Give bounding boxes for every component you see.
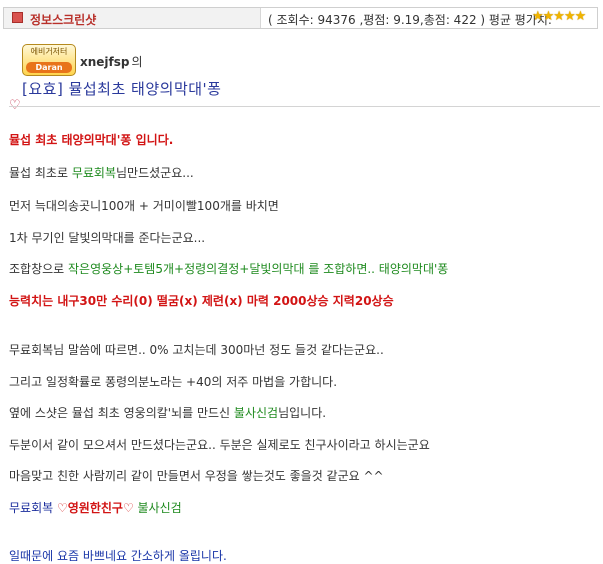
title-divider bbox=[9, 106, 600, 107]
square-bullet-icon bbox=[12, 12, 23, 23]
badge-top-text: 에비거저터 bbox=[30, 47, 68, 56]
body-line-1: 뮬섭 최초 태양의막대'퐁 입니다. bbox=[9, 133, 174, 147]
screenshot-info-bar: 정보스크린샷 ( 조회수: 94376 ,평점: 9.19,총점: 422 ) … bbox=[3, 7, 598, 29]
body-line-7: 무료회복님 말씀에 따르면.. 0% 고치는데 300마넌 정도 들것 같다는군… bbox=[9, 343, 384, 357]
body-line-3: 먼저 늑대의송곳니100개 + 거미이빨100개를 바치면 bbox=[9, 199, 279, 213]
body-line-11: 마음맞고 친한 사람끼리 같이 만들면서 우정을 쌓는것도 좋을것 같군요 ^^ bbox=[9, 469, 384, 483]
user-name-immortal-sword: 불사신검 bbox=[233, 406, 279, 420]
author-level-badge-icon: 에비거저터 Daran bbox=[22, 44, 76, 76]
user-name-free-recovery: 무료회복 bbox=[71, 166, 117, 180]
body-text: 조합창으로 bbox=[9, 262, 69, 276]
post-title: [요효] 뮬섭최초 태양의막대'퐁 bbox=[22, 80, 222, 98]
post-stats: ( 조회수: 94376 ,평점: 9.19,총점: 422 ) 평균 평가치: bbox=[268, 13, 552, 27]
badge-bottom-text: Daran bbox=[26, 62, 72, 73]
body-line-5: 조합창으로 작은영웅상+토템5개+정령의결정+달빛의막대 를 조합하면.. 태양… bbox=[9, 260, 448, 277]
author-line: xnejfsp 의 bbox=[80, 53, 143, 70]
section-title-cell: 정보스크린샷 bbox=[4, 8, 261, 28]
body-line-6: 능력치는 내구30만 수리(0) 떨굼(x) 제련(x) 마력 2000상승 지… bbox=[9, 294, 394, 308]
body-text: 님입니다. bbox=[278, 406, 327, 420]
body-line-9: 옆에 스샷은 뮬섭 최초 영웅의칼'뇌를 만드신 불사신검님입니다. bbox=[9, 404, 326, 421]
user-name-free-recovery: 무료회복 bbox=[9, 501, 57, 515]
body-text: 님만드셨군요... bbox=[116, 166, 194, 180]
section-title: 정보스크린샷 bbox=[30, 13, 97, 27]
recipe-text: 작은영웅상+토템5개+정령의결정+달빛의막대 를 조합하면.. 태양의막대'퐁 bbox=[68, 262, 449, 276]
body-line-8: 그리고 일정확률로 퐁령의분노라는 +40의 저주 마법을 가합니다. bbox=[9, 375, 338, 389]
body-text: 옆에 스샷은 뮬섭 최초 영웅의칼'뇌를 만드신 bbox=[9, 406, 234, 420]
body-line-12: 무료회복 ♡영원한친구♡ 불사신검 bbox=[9, 499, 182, 516]
body-line-2: 뮬섭 최초로 무료회복님만드셨군요... bbox=[9, 164, 194, 181]
body-line-4: 1차 무기인 달빛의막대를 준다는군요... bbox=[9, 231, 206, 245]
friendship-text: ♡영원한친구♡ bbox=[56, 501, 134, 515]
user-name-immortal-sword: 불사신검 bbox=[133, 501, 182, 515]
author-suffix: 의 bbox=[131, 55, 143, 69]
body-line-13: 일때문에 요즘 바쁘네요 간소하게 올립니다. bbox=[9, 549, 227, 563]
author-name[interactable]: xnejfsp bbox=[80, 55, 130, 69]
body-text: 뮬섭 최초로 bbox=[9, 166, 72, 180]
rating-stars-icon: ★★★★★ bbox=[532, 9, 586, 24]
body-line-10: 두분이서 같이 모으셔서 만드셨다는군요.. 두분은 실제로도 친구사이라고 하… bbox=[9, 438, 430, 452]
